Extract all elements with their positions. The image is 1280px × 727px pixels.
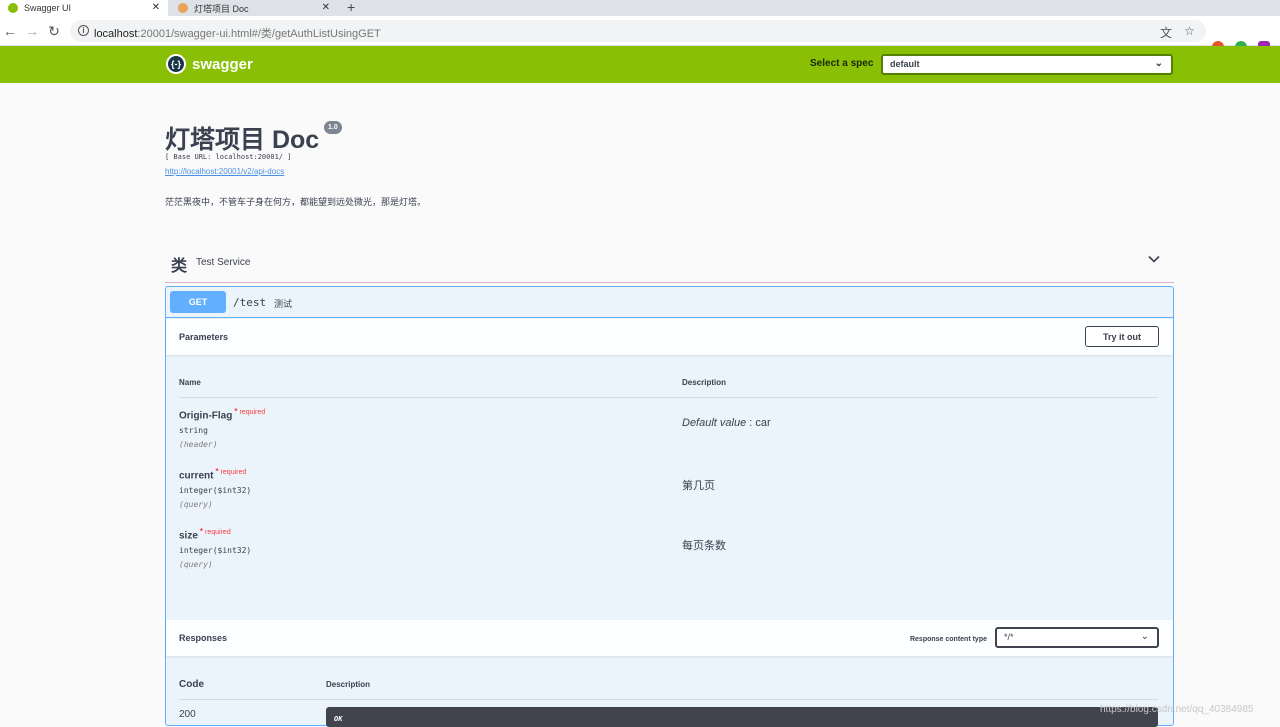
spec-select-value: default (890, 59, 920, 69)
tag-name: 类 (171, 258, 188, 275)
param-location: (query) (179, 500, 213, 509)
forward-arrow-icon[interactable]: → (24, 23, 40, 39)
operation-path: /test (233, 296, 267, 309)
tab-title: Swagger UI (24, 3, 72, 13)
response-content-type-value: */* (1004, 632, 1014, 642)
swagger-logo-icon: {-} (166, 54, 186, 74)
api-description: 茫茫黑夜中，不管车子身在何方，都能望到远处微光，那是灯塔。 (165, 197, 427, 207)
swagger-favicon-icon (8, 3, 18, 13)
param-type: integer($int32) (179, 486, 252, 495)
param-location: (header) (179, 440, 218, 449)
param-description: 第几页 (682, 480, 715, 492)
chevron-down-icon[interactable] (1148, 253, 1160, 265)
url-text: localhost:20001/swagger-ui.html#/类/getAu… (94, 28, 381, 40)
operation-summary-text: 测试 (274, 299, 293, 309)
param-description: 每页条数 (682, 540, 726, 552)
param-type: string (179, 426, 208, 435)
browser-tab-bar: Swagger UI ✕ 灯塔项目 Doc ✕ + (0, 0, 1280, 16)
column-header-description: Description (326, 680, 371, 689)
chevron-down-icon: ⌄ (1140, 631, 1149, 642)
parameters-header: Parameters Try it out (166, 319, 1173, 355)
param-name: Origin-Flag * required (179, 407, 266, 422)
base-url: [ Base URL: localhost:20001/ ] (165, 153, 292, 161)
tab-swagger-ui[interactable]: Swagger UI ✕ (0, 0, 168, 16)
doc-favicon-icon (178, 3, 188, 13)
operation-block: GET /test 测试 Parameters Try it out Name … (165, 286, 1174, 727)
responses-header: Responses Response content type */* ⌄ (166, 620, 1173, 656)
tag-description: Test Service (196, 257, 251, 268)
new-tab-icon[interactable]: + (347, 0, 355, 15)
reload-icon[interactable]: ↻ (46, 23, 62, 40)
tab-title: 灯塔项目 Doc (194, 3, 249, 14)
page-title: 灯塔项目 Doc (165, 126, 320, 154)
operation-summary[interactable]: GET /test 测试 (166, 287, 1173, 318)
url-field[interactable]: i localhost:20001/swagger-ui.html#/类/get… (70, 20, 1206, 42)
tab-doc[interactable]: 灯塔项目 Doc ✕ (170, 0, 338, 16)
version-badge: 1.0 (324, 121, 342, 134)
response-description-box: OK (326, 707, 1158, 727)
column-header-description: Description (682, 378, 727, 387)
param-name: size * required (179, 527, 231, 542)
divider (179, 397, 1158, 398)
param-description: Default value : car (682, 417, 771, 429)
watermark: https://blog.csdn.net/qq_40384985 (1100, 704, 1254, 715)
param-type: integer($int32) (179, 546, 252, 555)
response-code: 200 (179, 709, 196, 720)
back-arrow-icon[interactable]: ← (2, 23, 18, 39)
address-bar: ← → ↻ i localhost:20001/swagger-ui.html#… (0, 16, 1280, 53)
chevron-down-icon: ⌄ (1154, 58, 1163, 69)
parameters-title: Parameters (179, 332, 229, 342)
param-location: (query) (179, 560, 213, 569)
responses-title: Responses (179, 633, 228, 643)
close-tab-icon[interactable]: ✕ (152, 2, 160, 13)
select-spec-label: Select a spec (810, 58, 874, 69)
method-badge: GET (170, 291, 226, 313)
column-header-code: Code (179, 679, 204, 690)
tag-section-header[interactable]: 类 Test Service (165, 246, 1174, 283)
close-tab-icon[interactable]: ✕ (322, 2, 330, 13)
site-info-icon[interactable]: i (78, 25, 89, 36)
column-header-name: Name (179, 378, 201, 387)
swagger-logo[interactable]: {-} swagger (166, 54, 253, 74)
response-content-type-select[interactable]: */* ⌄ (995, 627, 1159, 648)
api-docs-link[interactable]: http://localhost:20001/v2/api-docs (165, 167, 284, 176)
response-content-type-label: Response content type (909, 636, 987, 643)
param-name: current * required (179, 467, 247, 482)
spec-select[interactable]: default ⌄ (881, 54, 1173, 75)
swagger-logo-text: swagger (192, 55, 253, 73)
try-it-out-button[interactable]: Try it out (1085, 326, 1159, 347)
divider (179, 699, 1158, 700)
swagger-topbar: {-} swagger Select a spec default ⌄ (0, 46, 1280, 83)
translate-icon[interactable]: 文 (1160, 24, 1172, 41)
bookmark-star-icon[interactable]: ☆ (1184, 24, 1195, 38)
